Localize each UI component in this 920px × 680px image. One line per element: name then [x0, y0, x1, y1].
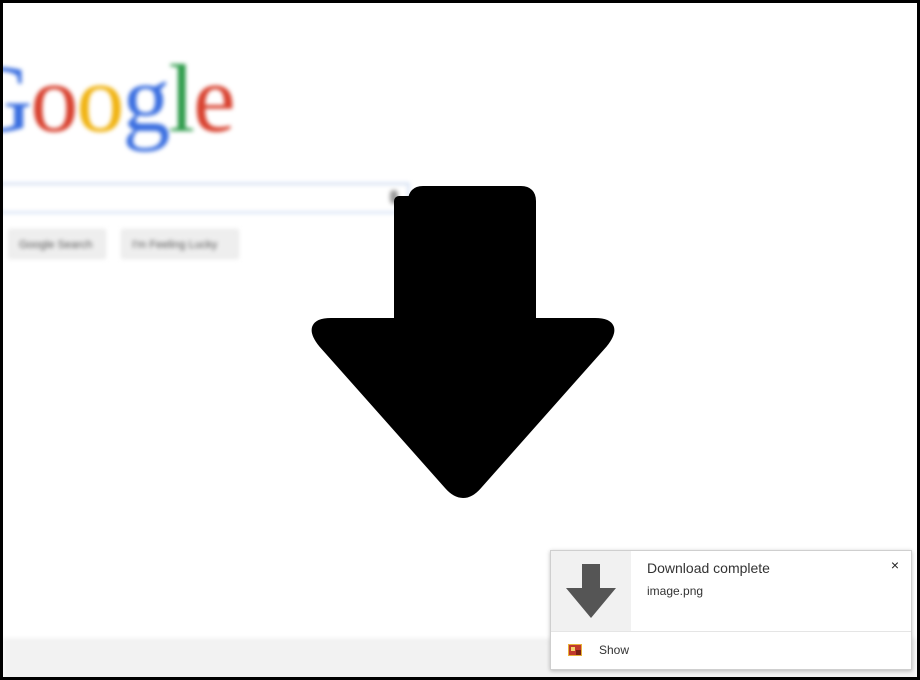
logo-letter: g	[122, 45, 170, 152]
logo-letter: o	[30, 45, 78, 152]
notification-filename: image.png	[647, 584, 704, 598]
google-logo: Google	[3, 45, 236, 152]
logo-letter: e	[193, 45, 236, 152]
download-notification: Download complete image.png × Show	[550, 550, 912, 670]
screen-frame: Google Google Search I'm Feeling Lucky D…	[0, 0, 920, 680]
download-arrow-icon	[311, 186, 615, 498]
logo-letter: l	[168, 45, 195, 152]
close-icon[interactable]: ×	[887, 557, 903, 573]
download-arrow-icon	[566, 564, 616, 618]
logo-letter: G	[3, 51, 32, 147]
feeling-lucky-button[interactable]: I'm Feeling Lucky	[121, 229, 239, 259]
show-button-label: Show	[599, 643, 630, 657]
logo-letter: o	[76, 45, 124, 152]
notification-icon-area	[551, 551, 631, 631]
image-file-icon	[568, 644, 582, 656]
notification-title: Download complete	[647, 560, 770, 576]
google-search-button[interactable]: Google Search	[8, 229, 106, 259]
show-button[interactable]: Show	[551, 632, 911, 669]
